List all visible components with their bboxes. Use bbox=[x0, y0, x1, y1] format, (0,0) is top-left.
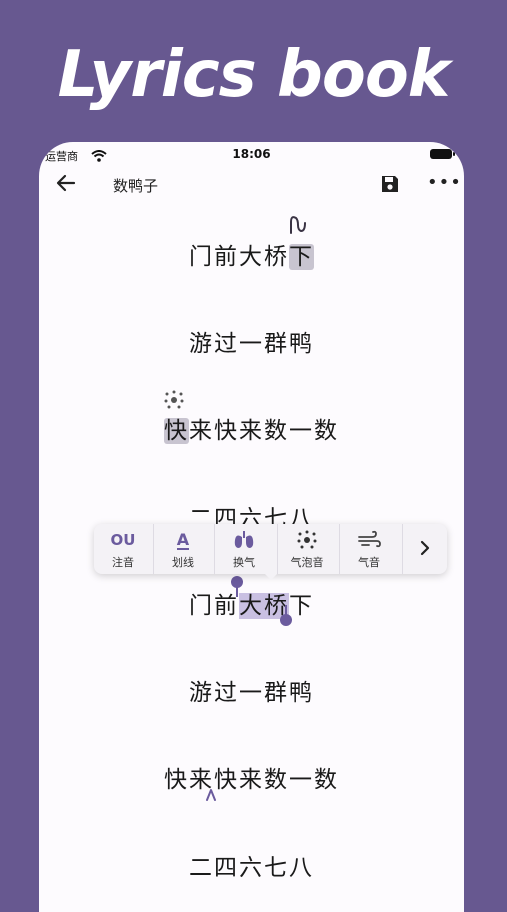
chevron-right-icon[interactable] bbox=[417, 538, 433, 562]
tool-label: 气音 bbox=[358, 556, 380, 569]
lyric-text: 门前 bbox=[189, 593, 239, 619]
more-options-icon[interactable]: ••• bbox=[427, 172, 462, 193]
lyric-line[interactable]: 游过一群鸭 bbox=[39, 673, 464, 707]
breath-button[interactable]: 换气 bbox=[215, 524, 273, 574]
lyric-text: 下 bbox=[289, 593, 314, 619]
underline-button[interactable]: A 划线 bbox=[154, 524, 212, 574]
tool-label: 气泡音 bbox=[290, 556, 324, 569]
wind-icon bbox=[340, 530, 398, 550]
marked-char[interactable]: 快 bbox=[164, 418, 189, 444]
tool-label: 注音 bbox=[112, 556, 134, 569]
lyric-line[interactable]: 二四六七八 bbox=[39, 848, 464, 882]
selection-end-handle[interactable] bbox=[280, 614, 292, 626]
breath-mark-icon[interactable] bbox=[205, 786, 217, 805]
a-glyph: A bbox=[176, 530, 190, 550]
bubble-sound-button[interactable]: 气泡音 bbox=[278, 524, 336, 574]
back-arrow-icon[interactable] bbox=[55, 172, 77, 198]
lyric-text: 来快来数一数 bbox=[189, 418, 339, 444]
status-bar: 运营商 18:06 bbox=[39, 142, 464, 166]
lungs-icon bbox=[215, 530, 273, 550]
lyric-line[interactable]: 快来快来数一数 bbox=[39, 760, 464, 794]
lyric-line[interactable]: 游过一群鸭 bbox=[39, 324, 464, 358]
annotation-toolbar: OU 注音 A 划线 换气 气泡音 气音 bbox=[94, 524, 447, 580]
marked-char[interactable]: 下 bbox=[289, 244, 314, 270]
toolbar-pointer bbox=[264, 574, 277, 580]
phonetic-button[interactable]: OU 注音 bbox=[94, 524, 152, 574]
lyric-line[interactable]: 门前大桥下 bbox=[39, 586, 464, 620]
battery-icon bbox=[430, 149, 455, 159]
app-bar: 数鸭子 ••• bbox=[39, 168, 464, 200]
lyric-text: 快来快来数一数 bbox=[164, 767, 339, 793]
ou-glyph: OU bbox=[110, 531, 136, 549]
underline-a-icon: A bbox=[154, 530, 212, 550]
lyric-text: 门前大桥 bbox=[189, 244, 289, 270]
lyric-line[interactable]: 快来快来数一数 bbox=[39, 411, 464, 445]
vibrato-mark-icon[interactable] bbox=[287, 213, 309, 241]
ou-phonetic-icon: OU bbox=[94, 530, 152, 550]
lyric-text: 游过一群鸭 bbox=[189, 331, 314, 357]
tool-label: 换气 bbox=[233, 556, 255, 569]
bubble-dots-icon bbox=[278, 530, 336, 550]
divider bbox=[402, 524, 403, 574]
air-sound-button[interactable]: 气音 bbox=[340, 524, 398, 574]
selection-start-handle[interactable] bbox=[231, 576, 243, 588]
clock: 18:06 bbox=[232, 147, 271, 161]
lyric-text: 游过一群鸭 bbox=[189, 680, 314, 706]
tool-label: 划线 bbox=[172, 556, 194, 569]
headline: Lyrics book bbox=[57, 38, 451, 112]
save-icon[interactable] bbox=[380, 174, 400, 198]
lyric-text: 二四六七八 bbox=[189, 855, 314, 881]
lyric-line[interactable]: 门前大桥下 bbox=[39, 237, 464, 271]
page-title: 数鸭子 bbox=[113, 177, 159, 195]
